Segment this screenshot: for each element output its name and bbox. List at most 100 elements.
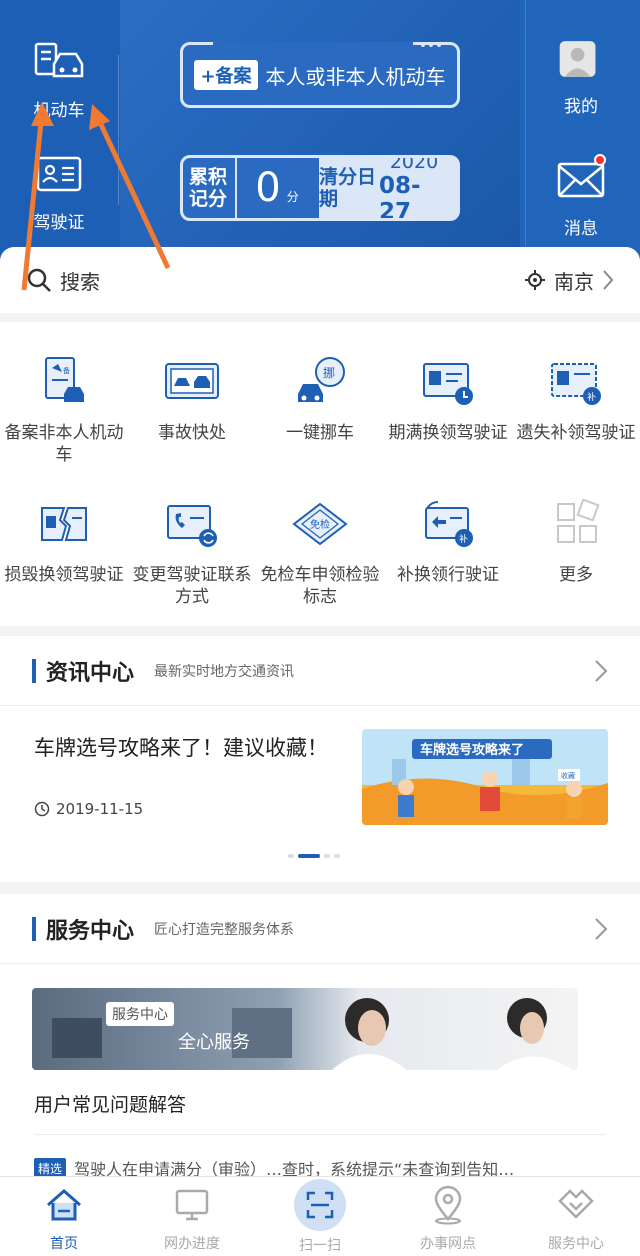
grid-label: 损毁换领驾驶证	[4, 565, 124, 585]
news-date-text: 2019-11-15	[56, 800, 144, 818]
vehicle-entry[interactable]: 机动车	[4, 40, 114, 121]
search-bar[interactable]: 搜索 南京	[0, 247, 640, 313]
grid-item-license-lost[interactable]: 补 遗失补领驾驶证	[512, 354, 640, 444]
header: 机动车 驾驶证 +备案 本人或非本人机动车 累积记分 0 分 清分日期 2020	[0, 0, 640, 262]
thumbnail-tag: 收藏	[561, 771, 575, 780]
news-header[interactable]: 资讯中心 最新实时地方交通资讯	[0, 636, 640, 706]
grid-label: 事故快处	[158, 423, 226, 443]
carousel-dot	[324, 854, 330, 858]
grid-item-accident[interactable]: 事故快处	[128, 354, 256, 444]
scan-button[interactable]	[294, 1179, 346, 1231]
handshake-icon	[558, 1189, 594, 1219]
inspection-exempt-icon: 免检	[292, 502, 348, 546]
grid-label: 一键挪车	[286, 423, 354, 443]
vehicle-label: 机动车	[33, 101, 85, 121]
tab-label: 首页	[50, 1236, 78, 1252]
plate-decoration	[213, 42, 441, 47]
service-header[interactable]: 服务中心 匠心打造完整服务体系	[0, 894, 640, 964]
grid-item-license-damaged[interactable]: 损毁换领驾驶证	[0, 496, 128, 586]
svg-text:备: 备	[63, 366, 70, 375]
tab-scan[interactable]: 扫一扫	[256, 1177, 384, 1256]
tab-label: 服务中心	[548, 1236, 604, 1252]
clear-date-box: 2020 08-27	[379, 158, 457, 218]
grid-item-contact-change[interactable]: 变更驾驶证联系方式	[128, 496, 256, 608]
banner-image	[52, 998, 572, 1070]
unread-badge	[594, 154, 606, 166]
license-label: 驾驶证	[33, 213, 85, 233]
grid-item-move-car[interactable]: 挪 一键挪车	[256, 354, 384, 444]
scan-icon	[306, 1191, 334, 1219]
license-lost-icon: 补	[551, 363, 601, 405]
news-thumbnail[interactable]: 车牌选号攻略来了 收藏	[362, 729, 608, 825]
mine-label: 我的	[564, 97, 598, 117]
news-item-date: 2019-11-15	[34, 800, 143, 818]
tab-outlets[interactable]: 办事网点	[384, 1177, 512, 1256]
register-vehicle-icon: 备	[45, 357, 84, 402]
faq-title[interactable]: 用户常见问题解答	[34, 1090, 186, 1117]
grid-item-more[interactable]: 更多	[512, 496, 640, 586]
service-grid: 备 备案非本人机动车 事故快处 挪 一键挪车 期满换领驾驶证 补 遗失补领驾驶证…	[0, 322, 640, 626]
driving-permit-icon: 补	[425, 500, 473, 547]
news-subtitle: 最新实时地方交通资讯	[154, 663, 295, 680]
chevron-right-icon	[595, 659, 608, 682]
mine-entry[interactable]: 我的	[526, 36, 636, 117]
grid-item-register-vehicle[interactable]: 备 备案非本人机动车	[0, 354, 128, 466]
search-icon	[27, 268, 51, 292]
carousel-dot	[288, 854, 294, 858]
grid-label: 期满换领驾驶证	[388, 423, 508, 443]
city-name: 南京	[554, 269, 594, 294]
chevron-right-icon	[603, 270, 614, 290]
license-renew-icon	[423, 363, 473, 405]
contact-change-icon	[167, 505, 217, 547]
message-label: 消息	[564, 219, 598, 239]
svg-text:免检: 免检	[310, 518, 330, 531]
carousel-indicator	[286, 854, 342, 858]
divider	[34, 1134, 606, 1135]
tab-progress[interactable]: 网办进度	[128, 1177, 256, 1256]
points-value-box: 0 分	[235, 158, 317, 218]
grid-item-license-renew[interactable]: 期满换领驾驶证	[384, 354, 512, 444]
location-pin-icon	[434, 1185, 462, 1225]
svg-text:补: 补	[587, 391, 596, 403]
grid-label: 变更驾驶证联系方式	[132, 565, 252, 607]
tab-home[interactable]: 首页	[0, 1177, 128, 1256]
avatar	[559, 41, 596, 77]
service-title: 服务中心	[46, 918, 135, 944]
divider	[118, 55, 119, 205]
svg-text:补: 补	[459, 533, 468, 545]
grid-item-driving-permit[interactable]: 补 补换领行驶证	[384, 496, 512, 586]
svg-text:挪: 挪	[323, 366, 335, 380]
register-vehicle-button[interactable]: +备案 本人或非本人机动车	[180, 42, 460, 108]
register-badge: +备案	[194, 60, 258, 90]
points-value: 0	[255, 165, 281, 211]
grid-label: 补换领行驶证	[397, 565, 499, 585]
grid-label: 遗失补领驾驶证	[516, 423, 636, 443]
banner-text: 全心服务	[178, 1032, 250, 1053]
grid-label: 免检车申领检验标志	[260, 565, 380, 607]
news-item-title[interactable]: 车牌选号攻略来了！建议收藏！	[34, 732, 334, 764]
grid-label: 更多	[559, 565, 593, 585]
message-entry[interactable]: 消息	[526, 158, 636, 239]
monitor-icon	[175, 1189, 209, 1221]
header-bg	[120, 0, 540, 262]
more-icon	[557, 498, 600, 543]
tab-service-center[interactable]: 服务中心	[512, 1177, 640, 1256]
banner-tag: 服务中心	[106, 1002, 174, 1026]
chevron-right-icon	[595, 917, 608, 940]
section-marker	[32, 658, 36, 683]
home-icon	[47, 1189, 81, 1221]
service-banner[interactable]: 服务中心 全心服务	[32, 988, 578, 1070]
move-car-icon: 挪	[298, 357, 345, 402]
grid-item-inspection-exempt[interactable]: 免检 免检车申领检验标志	[256, 496, 384, 608]
register-text: 本人或非本人机动车	[265, 64, 446, 89]
news-section: 资讯中心 最新实时地方交通资讯 车牌选号攻略来了！建议收藏！ 2019-11-1…	[0, 636, 640, 882]
city-selector[interactable]: 南京	[524, 266, 614, 295]
license-damaged-icon	[41, 507, 87, 541]
bottom-nav: 首页 网办进度 扫一扫 办事网点 服务中心	[0, 1176, 640, 1256]
carousel-dot-active	[298, 854, 320, 858]
points-card[interactable]: 累积记分 0 分 清分日期 2020 08-27	[180, 155, 460, 221]
search-label: 搜索	[60, 269, 100, 294]
tab-label: 办事网点	[420, 1236, 476, 1252]
license-entry[interactable]: 驾驶证	[4, 152, 114, 233]
grid-label: 备案非本人机动车	[4, 423, 124, 465]
